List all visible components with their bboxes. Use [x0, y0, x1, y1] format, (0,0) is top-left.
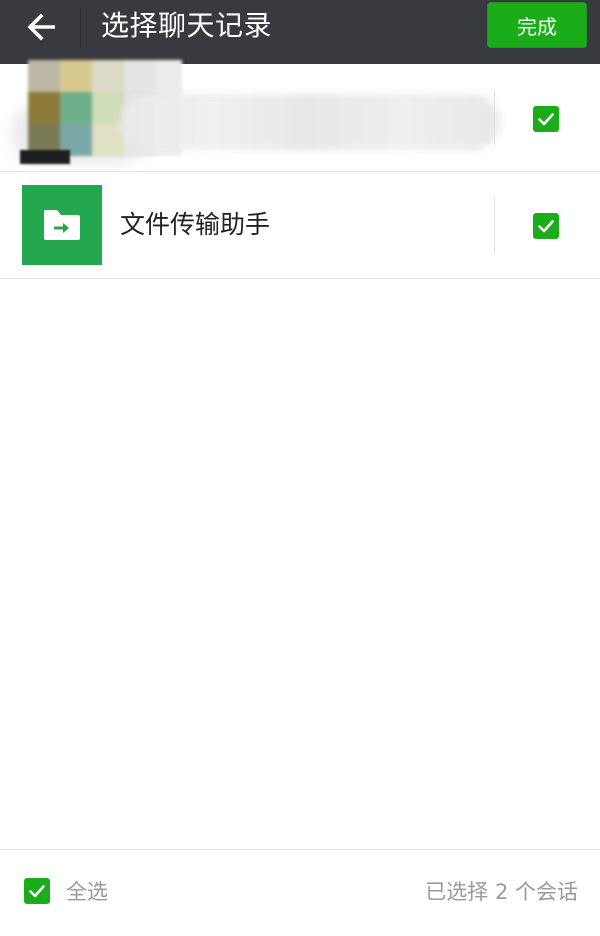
contact-name: 文件传输助手: [120, 210, 271, 239]
row-checkbox[interactable]: [533, 213, 559, 239]
row-checkbox[interactable]: [533, 106, 559, 132]
row-divider: [494, 198, 495, 252]
page-title: 选择聊天记录: [101, 9, 273, 42]
chat-list-item[interactable]: 文件传输助手: [0, 172, 600, 279]
arrow-left-icon: [27, 13, 55, 41]
row-divider: [494, 90, 495, 146]
file-transfer-avatar: [22, 185, 102, 265]
checkmark-icon: [538, 220, 554, 233]
select-chat-history-screen: 选择聊天记录 完成 文件传输助手 全选 已选择 2 个会话: [0, 0, 600, 936]
checkmark-icon: [29, 885, 45, 898]
bottom-bar: 全选 已选择 2 个会话: [0, 849, 600, 936]
avatar-edge: [20, 150, 70, 164]
back-button[interactable]: [18, 6, 66, 48]
selected-count-text: 已选择 2 个会话: [425, 880, 578, 904]
done-button[interactable]: 完成: [487, 2, 587, 48]
select-all-checkbox[interactable]: [24, 878, 50, 904]
folder-transfer-icon: [44, 210, 80, 240]
contact-name-pixelated: [120, 94, 500, 150]
chat-list-item[interactable]: [0, 60, 600, 172]
select-all-label[interactable]: 全选: [66, 872, 108, 912]
header-divider: [80, 8, 81, 48]
checkmark-icon: [538, 113, 554, 126]
title-bar: 选择聊天记录 完成: [0, 0, 600, 64]
